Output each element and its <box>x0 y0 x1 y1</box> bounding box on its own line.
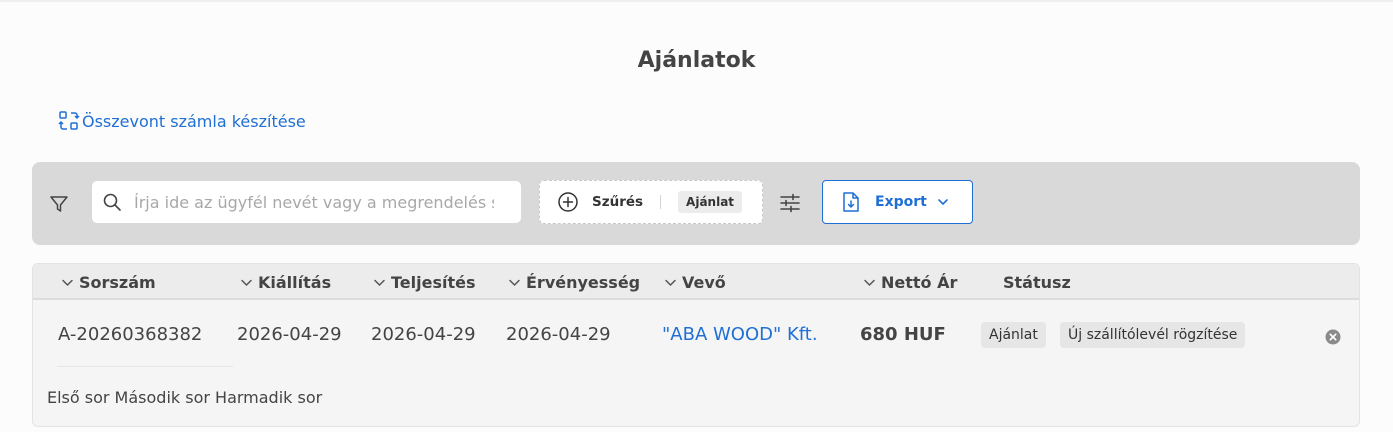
column-header-label: Érvényesség <box>526 273 641 292</box>
merge-invoice-link[interactable]: Összevont számla készítése <box>58 110 306 132</box>
column-header-label: Státusz <box>1003 273 1071 292</box>
chevron-down-icon <box>864 279 875 287</box>
funnel-icon[interactable] <box>48 193 70 215</box>
column-header-label: Kiállítás <box>258 273 332 292</box>
close-circle-icon[interactable] <box>1325 329 1341 345</box>
column-header-label: Teljesítés <box>391 273 476 292</box>
sliders-icon[interactable] <box>778 191 802 215</box>
offers-table: Sorszám Kiállítás Teljesítés Érvényesség… <box>32 263 1360 427</box>
chevron-down-icon <box>241 279 252 287</box>
status-badge: Ajánlat <box>981 322 1046 348</box>
chevron-down-icon <box>665 279 676 287</box>
table-header: Sorszám Kiállítás Teljesítés Érvényesség… <box>33 264 1359 300</box>
filter-separator <box>660 195 662 209</box>
plus-circle-icon <box>558 192 578 212</box>
column-header-issued[interactable]: Kiállítás <box>240 273 331 292</box>
column-header-label: Sorszám <box>79 273 156 292</box>
page-title: Ajánlatok <box>637 48 756 73</box>
filter-label: Szűrés <box>592 194 644 210</box>
column-header-valid-until[interactable]: Érvényesség <box>508 273 640 292</box>
export-label: Export <box>875 194 927 210</box>
row-note: Első sor Második sor Harmadik sor <box>47 388 323 407</box>
cell-valid-until: 2026-04-29 <box>506 324 611 345</box>
file-download-icon <box>843 192 859 212</box>
export-button[interactable]: Export <box>822 180 973 224</box>
column-header-number[interactable]: Sorszám <box>61 273 156 292</box>
search-input[interactable] <box>134 192 494 212</box>
cell-number: A-20260368382 <box>58 324 203 345</box>
chevron-down-icon <box>938 199 948 206</box>
cell-net-price: 680 HUF <box>860 324 946 345</box>
search-field[interactable] <box>92 181 521 223</box>
cell-divider <box>57 366 233 367</box>
column-header-customer[interactable]: Vevő <box>664 273 726 292</box>
customer-link[interactable]: "ABA WOOD" Kft. <box>662 324 818 345</box>
merge-invoice-label: Összevont számla készítése <box>82 111 306 131</box>
chevron-down-icon <box>62 279 73 287</box>
toolbar: Szűrés Ajánlat Export <box>32 162 1360 245</box>
column-header-status[interactable]: Státusz <box>1003 273 1071 292</box>
cell-completed: 2026-04-29 <box>371 324 476 345</box>
search-icon <box>103 193 121 211</box>
column-header-net-price[interactable]: Nettó Ár <box>863 273 957 292</box>
new-delivery-note-button[interactable]: Új szállítólevél rögzítése <box>1060 322 1246 348</box>
filter-button[interactable]: Szűrés Ajánlat <box>539 180 763 224</box>
filter-chip[interactable]: Ajánlat <box>678 191 743 213</box>
chevron-down-icon <box>374 279 385 287</box>
column-header-label: Vevő <box>682 273 726 292</box>
cell-issued: 2026-04-29 <box>237 324 342 345</box>
merge-invoice-icon <box>58 111 80 130</box>
chevron-down-icon <box>509 279 520 287</box>
top-divider <box>0 0 1393 2</box>
column-header-label: Nettó Ár <box>881 273 958 292</box>
column-header-completed[interactable]: Teljesítés <box>373 273 476 292</box>
